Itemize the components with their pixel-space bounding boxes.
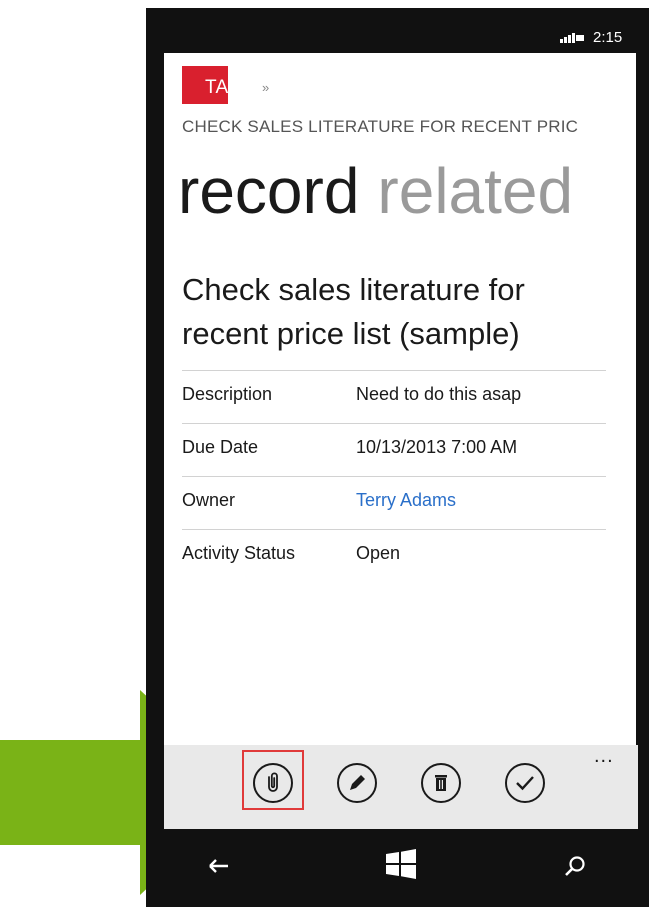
pivot-header: record related (178, 152, 618, 230)
delete-button[interactable] (421, 763, 461, 803)
field-value: Open (356, 543, 401, 563)
more-options[interactable]: ... (594, 745, 614, 768)
stage: 2:15 TASK » CHECK SALES LITERATURE FOR R… (0, 0, 649, 907)
attach-button[interactable] (253, 763, 293, 803)
tab-record[interactable]: record (178, 155, 359, 227)
edit-pencil-icon (350, 775, 365, 790)
entity-title: CHECK SALES LITERATURE FOR RECENT PRIC (182, 117, 579, 136)
field-label: Activity Status (182, 543, 296, 563)
field-row-due-date: Due Date 10/13/2013 7:00 AM (182, 423, 606, 476)
signal-strength-icon (560, 33, 584, 43)
status-bar: 2:15 (164, 22, 636, 53)
back-arrow-icon[interactable] (204, 851, 234, 881)
field-value: 10/13/2013 7:00 AM (356, 437, 518, 457)
record-fields: Description Need to do this asap Due Dat… (182, 370, 606, 582)
complete-button[interactable] (505, 763, 545, 803)
owner-link[interactable]: Terry Adams (356, 490, 456, 511)
entity-badge-label: TASK (205, 77, 255, 98)
windows-logo-icon[interactable] (384, 847, 418, 881)
paperclip-icon (268, 772, 278, 792)
field-value: Need to do this asap (356, 384, 522, 404)
breadcrumb-chevron: » (262, 80, 270, 95)
delete-trash-icon (435, 775, 447, 791)
field-row-owner: Owner Terry Adams (182, 476, 606, 529)
field-label: Due Date (182, 437, 259, 457)
edit-button[interactable] (337, 763, 377, 803)
nav-bar (164, 829, 636, 903)
field-row-activity-status: Activity Status Open (182, 529, 606, 582)
record-heading: Check sales literature for recent price … (182, 272, 525, 351)
checkmark-icon (516, 776, 534, 791)
tab-related[interactable]: related (377, 155, 573, 227)
clock: 2:15 (593, 29, 623, 46)
field-row-description: Description Need to do this asap (182, 370, 606, 423)
app-bar: ... (164, 745, 638, 829)
field-label: Owner (182, 490, 236, 510)
search-icon[interactable] (560, 851, 590, 881)
field-label: Description (182, 384, 273, 404)
